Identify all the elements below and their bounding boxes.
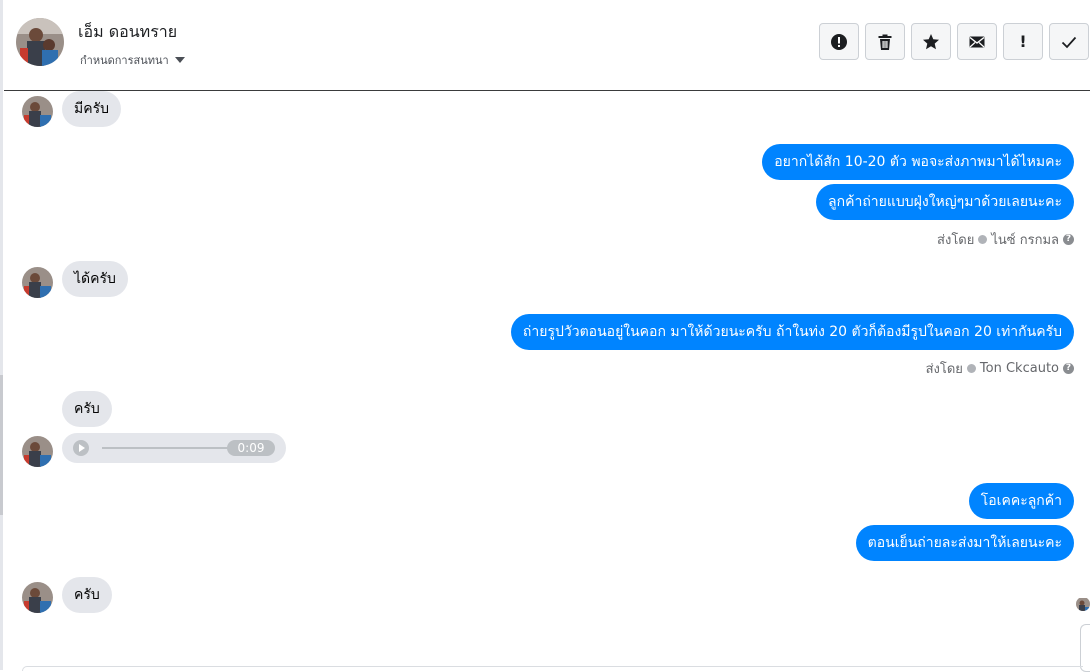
side-panel-toggle[interactable] — [1080, 624, 1090, 672]
sent-by-agent: ไนซ์ กรกมล — [991, 233, 1059, 248]
play-icon[interactable] — [73, 440, 89, 456]
contact-avatar-small[interactable] — [22, 436, 53, 467]
check-icon — [1061, 36, 1077, 48]
contact-avatar-small[interactable] — [22, 267, 53, 298]
help-icon[interactable]: ? — [1063, 234, 1074, 245]
outgoing-message[interactable]: ถ่ายรูปวัวตอนอยู่ในคอก มาให้ด้วยนะครับ ถ… — [510, 314, 1074, 350]
outgoing-message[interactable]: ลูกค้าถ่ายแบบฝุ่งใหญ่ๆมาด้วยเลยนะคะ — [816, 184, 1074, 220]
outgoing-message[interactable]: โอเคคะลูกค้า — [968, 483, 1074, 519]
outgoing-message[interactable]: ตอนเย็นถ่ายละส่งมาให้เลยนะคะ — [855, 525, 1074, 561]
help-icon[interactable]: ? — [1063, 363, 1074, 374]
header-actions: ! — [819, 23, 1089, 60]
caret-down-icon — [174, 57, 185, 63]
contact-avatar[interactable] — [16, 18, 64, 66]
audio-duration: 0:09 — [227, 440, 275, 456]
alert-circle-icon — [831, 33, 847, 50]
incoming-message[interactable]: ครับ — [62, 577, 112, 613]
left-panel-edge — [0, 0, 3, 670]
voice-message[interactable]: 0:09 — [62, 433, 286, 463]
incoming-message[interactable]: ได้ครับ — [62, 261, 128, 297]
sent-by-agent: Ton Ckcauto — [979, 361, 1059, 376]
assign-conversation-label: กำหนดการสนทนา — [80, 54, 169, 67]
sent-by-info: ส่งโดย ไนซ์ กรกมล ? — [937, 229, 1074, 250]
audio-progress-track[interactable] — [102, 447, 242, 449]
assign-conversation-dropdown[interactable]: กำหนดการสนทนา — [80, 51, 185, 69]
mark-done-button[interactable] — [1049, 23, 1089, 60]
mark-unread-button[interactable] — [957, 23, 997, 60]
contact-avatar-small[interactable] — [22, 96, 53, 127]
conversation-header: เอ็ม ดอนทราย กำหนดการสนทนา ! — [4, 0, 1090, 91]
sent-by-prefix: ส่งโดย — [937, 233, 975, 248]
sent-check-icon — [966, 364, 976, 373]
delete-button[interactable] — [865, 23, 905, 60]
contact-avatar-small[interactable] — [22, 582, 53, 613]
contact-name: เอ็ม ดอนทราย — [78, 22, 178, 41]
exclamation-icon: ! — [1019, 32, 1027, 51]
important-button[interactable]: ! — [1003, 23, 1043, 60]
sent-by-prefix: ส่งโดย — [925, 362, 963, 377]
sent-check-icon — [978, 235, 988, 244]
composer-edge — [22, 666, 1083, 671]
mark-spam-button[interactable] — [819, 23, 859, 60]
trash-icon — [878, 34, 892, 50]
seen-indicator-avatar — [1076, 597, 1090, 611]
star-icon — [923, 33, 939, 49]
outgoing-message[interactable]: อยากได้สัก 10-20 ตัว พอจะส่งภาพมาได้ไหมค… — [762, 144, 1074, 180]
envelope-icon — [969, 36, 985, 47]
sent-by-info: ส่งโดย Ton Ckcauto ? — [926, 358, 1074, 379]
star-button[interactable] — [911, 23, 951, 60]
incoming-message[interactable]: ครับ — [62, 391, 112, 427]
left-panel-scroll-indicator[interactable] — [0, 375, 3, 515]
incoming-message[interactable]: มีครับ — [62, 91, 121, 127]
